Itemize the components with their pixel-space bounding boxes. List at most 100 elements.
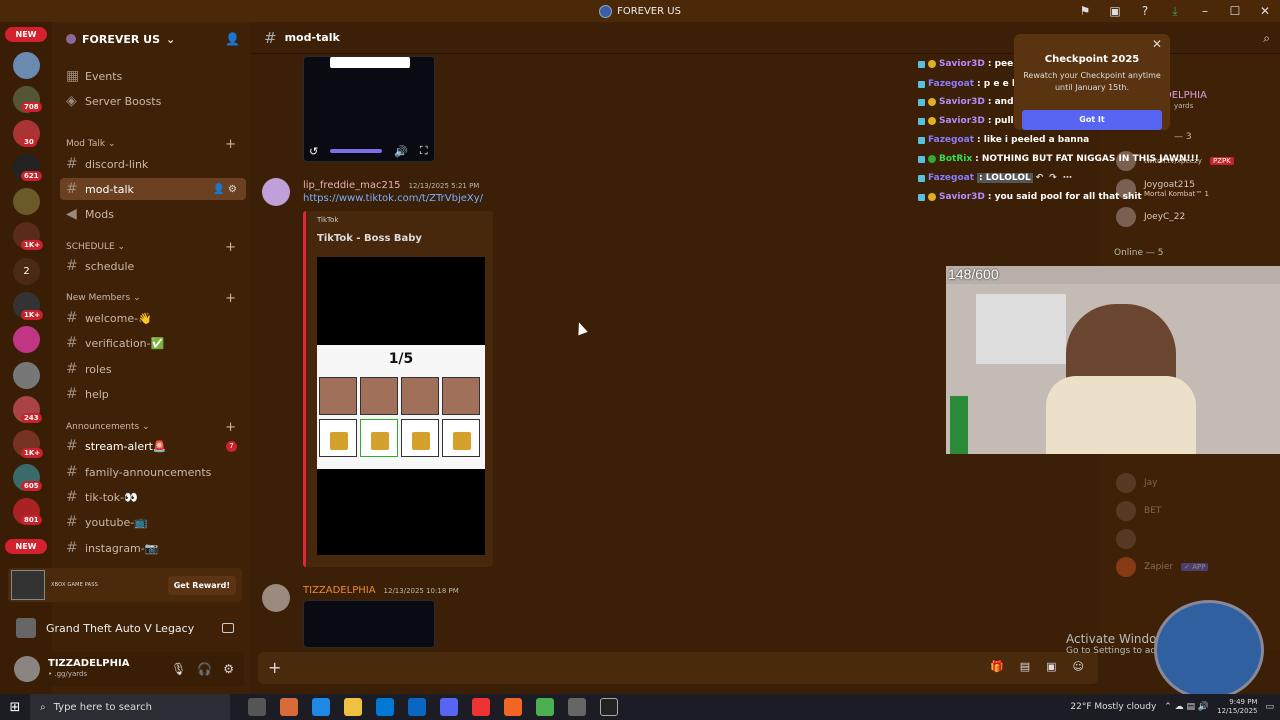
- message-author[interactable]: TIZZADELPHIA 12/13/2025 10:18 PM: [303, 585, 459, 596]
- hash-icon: #: [66, 540, 78, 556]
- emoji-icon[interactable]: ☺: [1073, 660, 1084, 673]
- tray-icons[interactable]: ⌃ ☁ ▤ 🔊: [1164, 702, 1209, 712]
- settings-icon[interactable]: [568, 698, 586, 716]
- channel-mods[interactable]: ◀ Mods: [60, 203, 246, 225]
- message-link[interactable]: https://www.tiktok.com/t/ZTrVbjeXy/: [303, 193, 483, 204]
- screen-share-icon[interactable]: [222, 623, 234, 633]
- server-icon[interactable]: [13, 188, 40, 215]
- avatar[interactable]: [14, 656, 40, 682]
- member-item[interactable]: Jay: [1116, 472, 1158, 494]
- channel-youtube[interactable]: # youtube-📺: [60, 511, 246, 533]
- message-author[interactable]: lip_freddie_mac215 12/13/2025 5:21 PM: [303, 180, 479, 191]
- embed-provider[interactable]: TikTok: [317, 216, 338, 224]
- channel-tik-tok[interactable]: # tik-tok-👀: [60, 486, 246, 508]
- taskbar-search[interactable]: ⌕ Type here to search: [30, 694, 230, 720]
- pin-icon[interactable]: ⚑: [1070, 4, 1100, 18]
- channel-mod-talk[interactable]: # mod-talk 👤⚙: [60, 178, 246, 200]
- copilot-icon[interactable]: [280, 698, 298, 716]
- avatar[interactable]: [262, 178, 290, 206]
- embed-image[interactable]: 1/5: [317, 257, 485, 555]
- task-view-icon[interactable]: [248, 698, 266, 716]
- close-button[interactable]: ✕: [1250, 4, 1280, 18]
- close-icon[interactable]: ✕: [1152, 37, 1162, 51]
- gift-icon[interactable]: 🎁: [990, 660, 1004, 673]
- new-badge[interactable]: NEW: [5, 539, 47, 554]
- invite-icon[interactable]: 👤: [225, 32, 240, 46]
- maximize-button[interactable]: ☐: [1220, 4, 1250, 18]
- member-name[interactable]: DELPHIA: [1164, 90, 1207, 101]
- volume-icon[interactable]: 🔊: [394, 145, 408, 158]
- category-label: SCHEDULE: [66, 242, 115, 252]
- discord-icon[interactable]: [440, 698, 458, 716]
- server-boosts-item[interactable]: ◈ Server Boosts: [60, 90, 246, 112]
- category-mod-talk[interactable]: Mod Talk ⌄ +: [66, 137, 246, 152]
- gear-icon[interactable]: ⚙: [223, 662, 234, 676]
- gif-icon[interactable]: ▤: [1020, 660, 1030, 673]
- app-icon[interactable]: [504, 698, 522, 716]
- add-channel-icon[interactable]: +: [225, 137, 236, 152]
- search-icon[interactable]: ⌕: [1263, 31, 1270, 46]
- category-announcements[interactable]: Announcements ⌄ +: [66, 420, 246, 435]
- add-attachment-icon[interactable]: +: [268, 658, 281, 677]
- fullscreen-icon[interactable]: ⛶: [420, 144, 428, 158]
- channel-family-announcements[interactable]: # family-announcements: [60, 461, 246, 483]
- category-schedule[interactable]: SCHEDULE ⌄ +: [66, 240, 246, 255]
- download-icon[interactable]: ⤓: [1160, 4, 1190, 19]
- face-tile: [319, 377, 357, 415]
- member-item[interactable]: [1116, 528, 1144, 550]
- face-tile: [360, 377, 398, 415]
- avatar[interactable]: [262, 584, 290, 612]
- member-tag: PZPK: [1209, 157, 1234, 165]
- member-item[interactable]: Zapier ✓ APP: [1116, 556, 1209, 578]
- sticker-icon[interactable]: ▣: [1046, 660, 1056, 673]
- guild-header[interactable]: FOREVER US ⌄ 👤: [66, 28, 246, 50]
- badge-icon: [928, 60, 936, 68]
- replay-icon[interactable]: ↺: [309, 145, 318, 158]
- events-item[interactable]: ▦ Events: [60, 65, 246, 87]
- instagram-icon[interactable]: [13, 326, 40, 353]
- minimize-button[interactable]: –: [1190, 4, 1220, 18]
- outlook-icon[interactable]: [408, 698, 426, 716]
- help-icon[interactable]: ?: [1130, 4, 1160, 18]
- embed-title[interactable]: TikTok - Boss Baby: [317, 233, 422, 244]
- mic-icon[interactable]: 🎙: [171, 662, 186, 676]
- channel-stream-alert[interactable]: # stream-alert🚨 7: [60, 435, 246, 457]
- activity-status[interactable]: Grand Theft Auto V Legacy: [8, 614, 242, 642]
- channel-help[interactable]: # help: [60, 383, 246, 405]
- channel-welcome[interactable]: # welcome-👋: [60, 307, 246, 329]
- channel-roles[interactable]: # roles: [60, 358, 246, 380]
- server-icon[interactable]: [13, 52, 40, 79]
- app-icon[interactable]: [472, 698, 490, 716]
- message-actions-icon[interactable]: ↶↷⋯: [1036, 173, 1078, 183]
- inbox-icon[interactable]: ▣: [1100, 4, 1130, 18]
- channel-discord-link[interactable]: # discord-link: [60, 153, 246, 175]
- add-channel-icon[interactable]: +: [225, 291, 236, 306]
- add-channel-icon[interactable]: +: [225, 420, 236, 435]
- channel-instagram[interactable]: # instagram-📷: [60, 537, 246, 559]
- headphones-icon[interactable]: 🎧: [197, 662, 212, 676]
- volume-slider[interactable]: [330, 149, 383, 153]
- capcut-icon[interactable]: [600, 698, 618, 716]
- new-badge[interactable]: NEW: [5, 27, 47, 42]
- get-reward-button[interactable]: Get Reward!: [167, 575, 236, 595]
- windows-start-icon[interactable]: ⊞: [0, 700, 30, 715]
- file-explorer-icon[interactable]: [344, 698, 362, 716]
- member-item[interactable]: BET: [1116, 500, 1161, 522]
- store-icon[interactable]: [376, 698, 394, 716]
- chrome-icon[interactable]: [536, 698, 554, 716]
- notification-icon[interactable]: ▭: [1265, 702, 1274, 712]
- message-input[interactable]: + 🎁 ▤ ▣ ☺: [258, 652, 1098, 684]
- server-folder[interactable]: 2: [13, 258, 40, 285]
- server-icon[interactable]: [13, 362, 40, 389]
- clock[interactable]: 9:49 PM 12/15/2025: [1217, 698, 1257, 716]
- channel-schedule[interactable]: # schedule: [60, 255, 246, 277]
- video-attachment[interactable]: [303, 600, 435, 648]
- channel-verification[interactable]: # verification-✅: [60, 332, 246, 354]
- got-it-button[interactable]: Got It: [1022, 110, 1162, 130]
- channel-settings-icon[interactable]: 👤⚙: [213, 184, 246, 195]
- category-new-members[interactable]: New Members ⌄ +: [66, 291, 246, 306]
- add-channel-icon[interactable]: +: [225, 240, 236, 255]
- weather-label[interactable]: 22°F Mostly cloudy: [1070, 702, 1156, 712]
- chat-user: Savior3D: [939, 59, 985, 69]
- edge-icon[interactable]: [312, 698, 330, 716]
